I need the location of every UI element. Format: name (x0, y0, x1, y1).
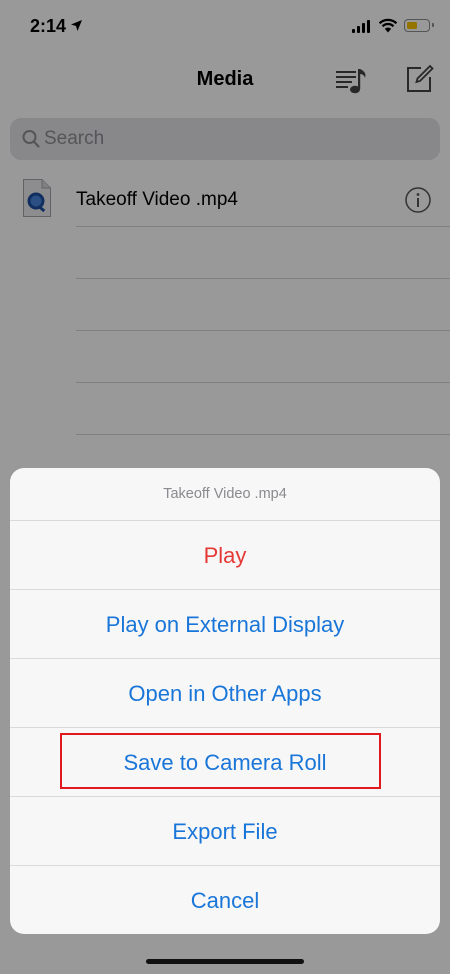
save-to-camera-roll-button[interactable]: Save to Camera Roll (10, 727, 440, 796)
play-button[interactable]: Play (10, 520, 440, 589)
play-on-external-display-button[interactable]: Play on External Display (10, 589, 440, 658)
action-sheet: Takeoff Video .mp4 Play Play on External… (10, 468, 440, 934)
action-sheet-title: Takeoff Video .mp4 (163, 486, 287, 502)
home-indicator (146, 959, 304, 964)
open-in-other-apps-button[interactable]: Open in Other Apps (10, 658, 440, 727)
export-file-button[interactable]: Export File (10, 796, 440, 865)
cancel-button[interactable]: Cancel (10, 865, 440, 934)
